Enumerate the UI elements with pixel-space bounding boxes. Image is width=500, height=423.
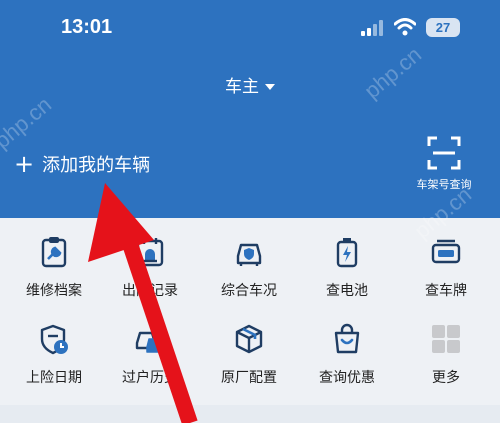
license-plate-icon: [431, 239, 461, 264]
grid-label: 维修档案: [26, 283, 82, 299]
grid-label: 查电池: [326, 283, 368, 299]
grid-label: 更多: [432, 370, 460, 386]
page-title: 车主: [225, 77, 259, 97]
grid-label: 出险记录: [122, 283, 178, 299]
bottom-strip: [0, 405, 500, 423]
grid-label: 原厂配置: [221, 370, 277, 386]
factory-config-item[interactable]: 原厂配置: [199, 323, 299, 387]
add-car-label: 添加我的车辆: [42, 155, 151, 176]
caret-down-icon: [265, 84, 275, 90]
siren-calendar-icon: [136, 238, 164, 267]
add-car-button[interactable]: + 添加我的车辆: [14, 151, 150, 177]
signal-icon: [361, 20, 383, 36]
status-time: 13:01: [61, 16, 113, 38]
scan-label: 车架号查询: [416, 178, 472, 191]
car-transfer-icon: [135, 331, 164, 353]
plus-icon: +: [14, 150, 35, 178]
battery-indicator: 27: [426, 18, 460, 37]
grid-label: 上险日期: [26, 370, 82, 386]
maintenance-records-item[interactable]: 维修档案: [4, 236, 104, 300]
role-selector[interactable]: 车主: [0, 72, 500, 97]
wifi-icon: [394, 18, 416, 36]
check-battery-item[interactable]: 查电池: [297, 236, 397, 300]
header: 13:01 27 车主 + 添加我的车辆 车架号查询 php.cn php.cn…: [0, 0, 500, 243]
transfer-history-item[interactable]: 过户历史: [100, 323, 200, 387]
insurance-date-item[interactable]: 上险日期: [4, 323, 104, 387]
check-discount-item[interactable]: 查询优惠: [297, 323, 397, 387]
grid-label: 综合车况: [221, 283, 277, 299]
watermark: php.cn: [0, 91, 57, 154]
check-plate-item[interactable]: 查车牌: [396, 236, 496, 300]
more-item[interactable]: 更多: [396, 323, 496, 387]
battery-icon: [336, 238, 358, 268]
grid-label: 过户历史: [122, 370, 178, 386]
box-icon: [235, 324, 263, 354]
car-shield-icon: [236, 243, 262, 266]
accident-records-item[interactable]: 出险记录: [100, 236, 200, 300]
scan-icon: [427, 136, 461, 170]
grid-label: 查车牌: [425, 283, 467, 299]
vin-scan-button[interactable]: 车架号查询: [410, 136, 478, 196]
shopping-bag-icon: [334, 323, 360, 354]
shield-clock-icon: [40, 324, 68, 355]
wrench-clipboard-icon: [41, 237, 67, 268]
grid-icon: [432, 325, 460, 353]
grid-label: 查询优惠: [319, 370, 375, 386]
vehicle-condition-item[interactable]: 综合车况: [199, 236, 299, 300]
